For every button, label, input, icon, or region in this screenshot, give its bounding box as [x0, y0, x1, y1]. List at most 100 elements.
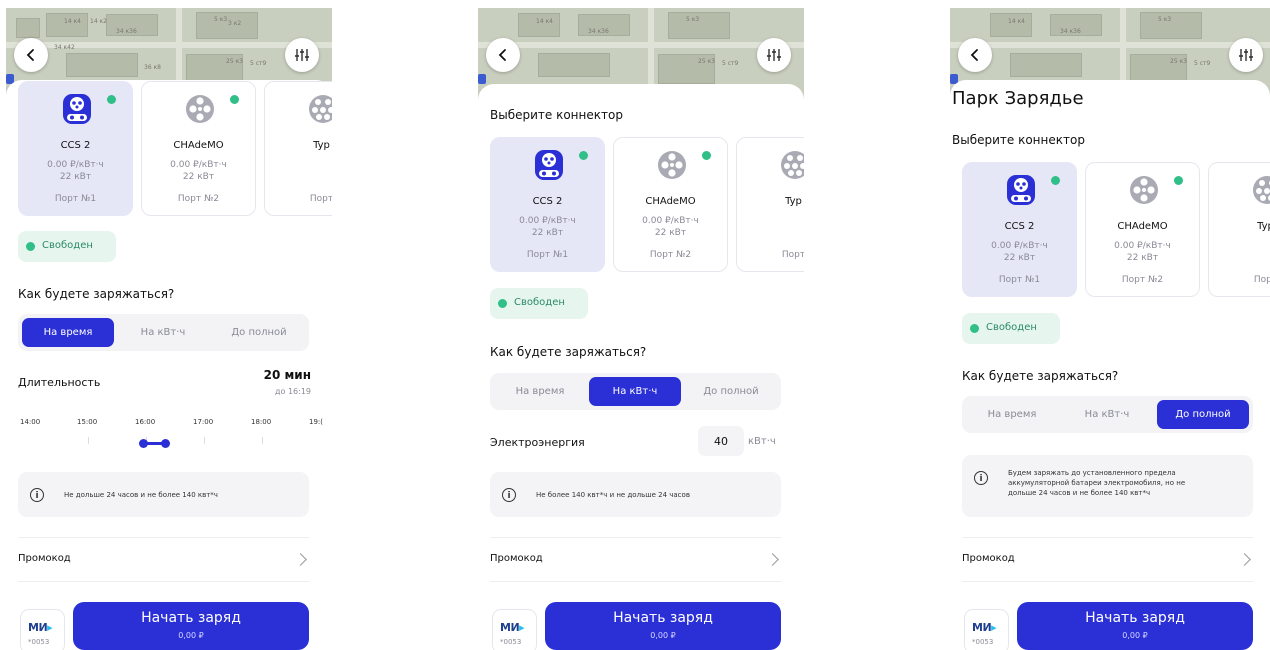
time-tick: 16:00: [135, 418, 156, 426]
time-tick: 18:00: [251, 418, 272, 426]
charge-mode-selector[interactable]: На время На кВт·ч До полной: [18, 314, 309, 351]
connector-name: CCS 2: [532, 196, 563, 207]
mode-time[interactable]: На время: [494, 377, 586, 406]
filter-button[interactable]: [285, 38, 319, 72]
payment-card-button[interactable]: МИ▸ *0053: [492, 609, 537, 650]
port-label: Порт №1: [998, 275, 1041, 285]
divider: [490, 581, 781, 582]
map-label: 34 к42: [54, 44, 75, 51]
port-label: Порт: [781, 250, 804, 260]
start-label: Начать заряд: [1085, 610, 1185, 626]
connector-icon: [186, 95, 214, 123]
connector-card-type2[interactable]: Typ Порт: [264, 81, 332, 216]
mode-kwh[interactable]: На кВт·ч: [589, 377, 681, 406]
available-dot: [107, 95, 116, 104]
payment-card-button[interactable]: МИ▸ *0053: [964, 609, 1009, 650]
mode-full[interactable]: До полной: [213, 318, 305, 347]
connector-list[interactable]: CCS 2 0.00 ₽/кВт·ч 22 кВт Порт №1 CHAdeMO…: [962, 162, 1270, 299]
energy-unit: кВт·ч: [748, 436, 776, 447]
back-button[interactable]: [486, 38, 520, 72]
map-label: 25 к3: [226, 58, 243, 65]
connector-icon: [1253, 176, 1270, 204]
back-button[interactable]: [958, 38, 992, 72]
connector-card-chademo[interactable]: CHAdeMO 0.00 ₽/кВт·ч 22 кВт Порт №2: [613, 137, 728, 272]
port-label: Порт №1: [526, 250, 569, 260]
sliders-icon: [767, 49, 781, 61]
price-value: 0.00 ₽/кВт·ч: [1114, 241, 1171, 251]
connector-card-chademo[interactable]: CHAdeMO 0.00 ₽/кВт·ч 22 кВт Порт №2: [141, 81, 256, 216]
connector-price: 0.00 ₽/кВт·ч 22 кВт: [963, 240, 1076, 264]
map-label: 14 к4: [536, 18, 553, 25]
promo-label: Промокод: [962, 553, 1015, 564]
connector-price: 0.00 ₽/кВт·ч 22 кВт: [19, 159, 132, 183]
duration-value: 20 мин: [263, 368, 311, 382]
divider: [962, 581, 1253, 582]
status-badge: Свободен: [490, 288, 588, 319]
duration-until: до 16:19: [274, 387, 311, 396]
start-charge-button[interactable]: Начать заряд 0,00 ₽: [545, 602, 781, 650]
range-start-handle[interactable]: [139, 439, 148, 448]
power-value: 22 кВт: [182, 172, 215, 182]
map-label: 5 ст9: [1194, 60, 1211, 67]
energy-label: Электроэнергия: [490, 436, 585, 449]
charge-mode-selector[interactable]: На время На кВт·ч До полной: [962, 396, 1253, 433]
connector-price: 0.00 ₽/кВт·ч 22 кВт: [142, 159, 255, 183]
map-pin-icon[interactable]: [478, 74, 486, 84]
map-label: 5 к3: [1158, 16, 1172, 23]
connector-name: CCS 2: [60, 140, 91, 151]
connector-card-chademo[interactable]: CHAdeMO 0.00 ₽/кВт·ч 22 кВт Порт №2: [1085, 162, 1200, 297]
status-badge: Свободен: [962, 313, 1060, 344]
mode-time[interactable]: На время: [966, 400, 1058, 429]
connector-list[interactable]: CCS 2 0.00 ₽/кВт·ч 22 кВт Порт №1 CHAdeMO…: [490, 137, 804, 274]
mode-time[interactable]: На время: [22, 318, 114, 347]
port-label: Порт: [1253, 275, 1270, 285]
filter-button[interactable]: [1229, 38, 1263, 72]
port-label: Порт №1: [54, 194, 97, 204]
connector-card-type2[interactable]: Typ Порт: [1208, 162, 1270, 297]
chevron-right-icon: [766, 553, 779, 566]
mir-logo: МИ▸: [972, 621, 997, 634]
start-charge-button[interactable]: Начать заряд 0,00 ₽: [1017, 602, 1253, 650]
status-text: Свободен: [42, 240, 93, 251]
back-button[interactable]: [14, 38, 48, 72]
promo-code-row[interactable]: Промокод: [490, 553, 781, 573]
connector-price: 0.00 ₽/кВт·ч 22 кВт: [1086, 240, 1199, 264]
energy-input[interactable]: 40: [698, 426, 744, 456]
map-label: 14 к4: [1008, 18, 1025, 25]
port-label: Порт: [309, 194, 332, 204]
promo-label: Промокод: [18, 553, 71, 564]
connector-card-ccs2[interactable]: CCS 2 0.00 ₽/кВт·ч 22 кВт Порт №1: [962, 162, 1077, 297]
charge-mode-selector[interactable]: На время На кВт·ч До полной: [490, 373, 781, 410]
connector-icon: [63, 94, 91, 124]
mode-kwh[interactable]: На кВт·ч: [117, 318, 209, 347]
map-label: 34 к36: [588, 28, 609, 35]
divider: [18, 581, 309, 582]
range-end-handle[interactable]: [161, 439, 170, 448]
time-tick: 15:00: [77, 418, 98, 426]
note-text: Не более 140 квт*ч и не дольше 24 часов: [536, 491, 690, 499]
connector-card-ccs2[interactable]: CCS 2 0.00 ₽/кВт·ч 22 кВт Порт №1: [18, 81, 133, 216]
charge-amount: 0,00 ₽: [178, 631, 204, 640]
mode-kwh[interactable]: На кВт·ч: [1061, 400, 1153, 429]
start-label: Начать заряд: [141, 610, 241, 626]
screen-kwh-mode: 14 к4 34 к36 5 к3 25 к3 5 ст9 Выберите к…: [478, 8, 804, 650]
promo-code-row[interactable]: Промокод: [18, 553, 309, 573]
connector-list[interactable]: CCS 2 0.00 ₽/кВт·ч 22 кВт Порт №1 CHAdeMO…: [18, 81, 332, 218]
sliders-icon: [295, 49, 309, 61]
connector-card-ccs2[interactable]: CCS 2 0.00 ₽/кВт·ч 22 кВт Порт №1: [490, 137, 605, 272]
start-charge-button[interactable]: Начать заряд 0,00 ₽: [73, 602, 309, 650]
card-number: *0053: [28, 638, 50, 646]
charge-mode-question: Как будете заряжаться?: [490, 345, 647, 359]
power-value: 22 кВт: [531, 228, 564, 238]
mode-full[interactable]: До полной: [685, 377, 777, 406]
filter-button[interactable]: [757, 38, 791, 72]
mode-full[interactable]: До полной: [1157, 400, 1249, 429]
time-slider[interactable]: 14:00 15:00 16:00 17:00 18:00 19:(: [18, 418, 332, 463]
connector-name: CHAdeMO: [1117, 221, 1168, 232]
charge-amount: 0,00 ₽: [1122, 631, 1148, 640]
payment-card-button[interactable]: МИ▸ *0053: [20, 609, 65, 650]
promo-code-row[interactable]: Промокод: [962, 553, 1253, 573]
time-tick: 14:00: [20, 418, 41, 426]
connector-card-type2[interactable]: Typ Порт: [736, 137, 804, 272]
map-label: 36 к8: [144, 64, 161, 71]
